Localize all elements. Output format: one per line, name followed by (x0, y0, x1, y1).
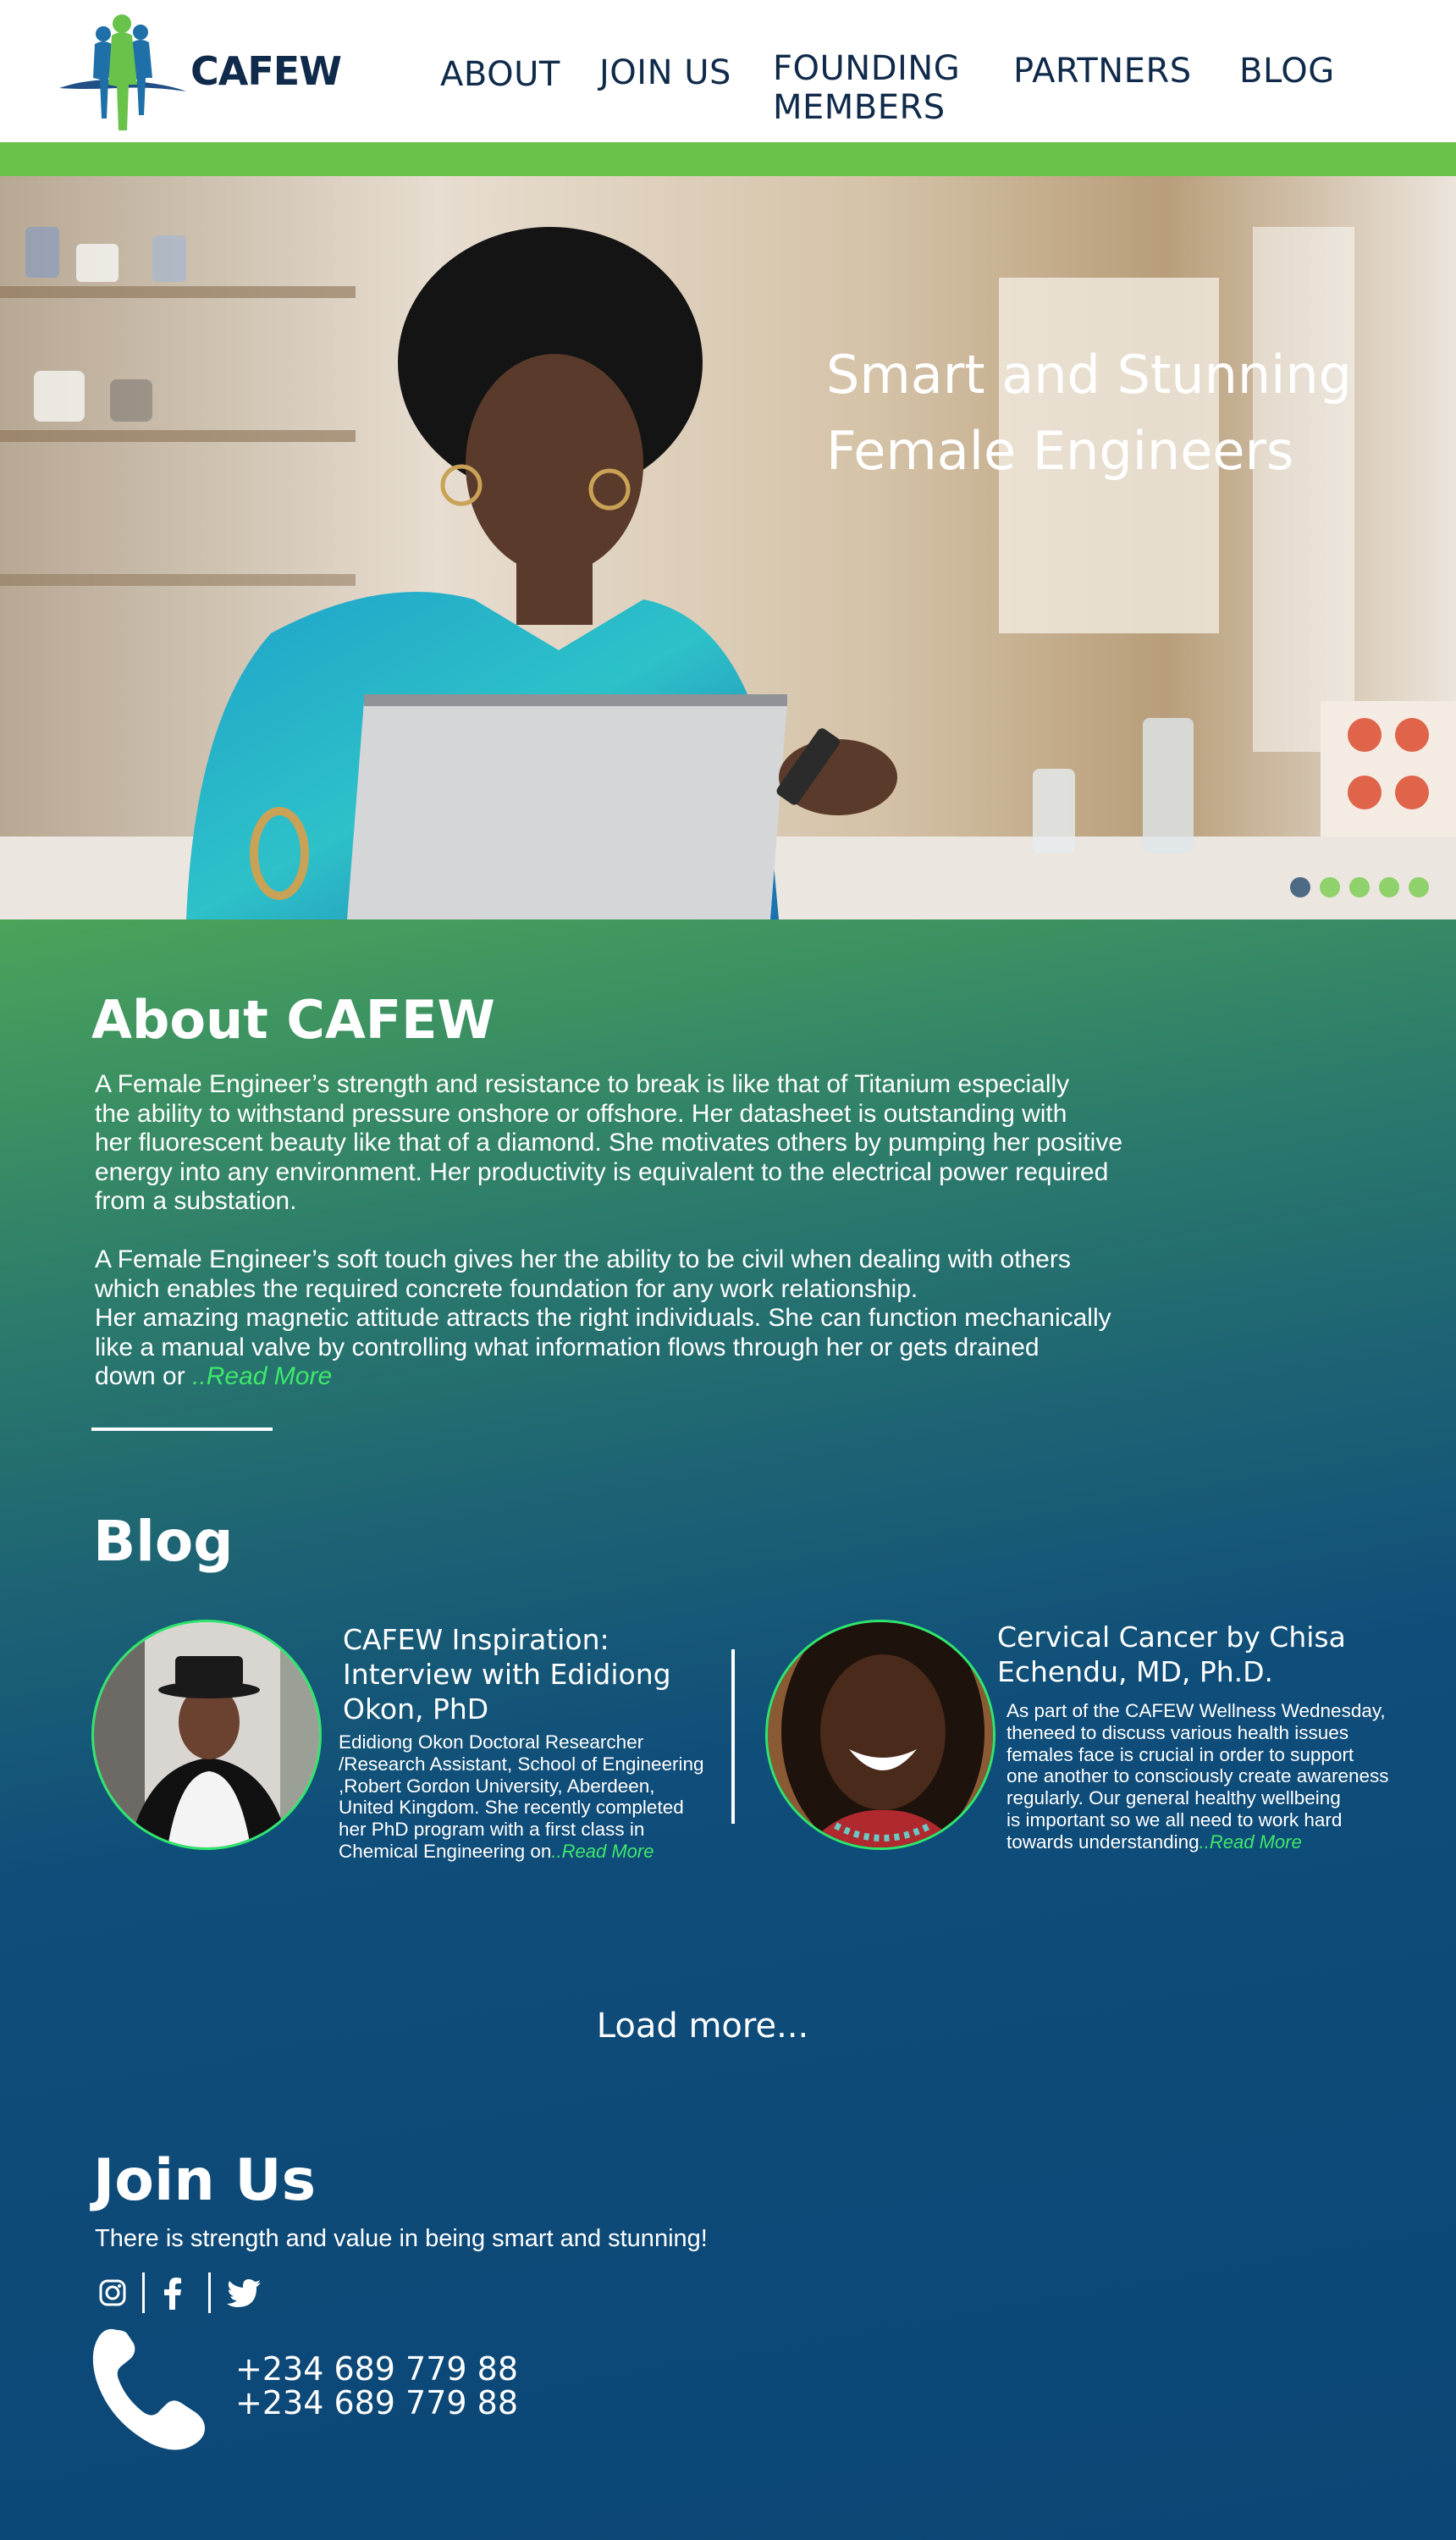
hero-title: Smart and Stunning Female Engineers (826, 337, 1436, 489)
social-separator (142, 2272, 145, 2313)
post-2-excerpt: As part of the CAFEW Wellness Wednesday,… (1007, 1700, 1430, 1853)
slider-dot-4[interactable] (1379, 877, 1399, 897)
hero-slider: Smart and Stunning Female Engineers (0, 176, 1456, 919)
slider-dot-2[interactable] (1320, 877, 1340, 897)
phone-number-2[interactable]: +234 689 779 88 (235, 2384, 518, 2421)
hero-title-line2: Female Engineers (826, 420, 1294, 482)
facebook-icon[interactable] (163, 2278, 183, 2314)
load-more-button[interactable]: Load more... (0, 2007, 1405, 2046)
slider-dot-1[interactable] (1290, 877, 1310, 897)
logo-text: CAFEW (190, 48, 342, 94)
join-title: Join Us (93, 2147, 317, 2214)
nav-founding-members-line2: MEMBERS (773, 88, 946, 127)
logo-figures-icon (59, 14, 186, 130)
slider-dot-3[interactable] (1349, 877, 1370, 897)
about-divider (91, 1427, 273, 1431)
hero-title-line1: Smart and Stunning (826, 344, 1353, 406)
post-2-read-more-link[interactable]: ..Read More (1200, 1831, 1302, 1853)
slider-dot-5[interactable] (1409, 877, 1429, 897)
site-header: CAFEW ABOUT JOIN US FOUNDING MEMBERS PAR… (0, 0, 1456, 142)
post-1-title[interactable]: CAFEW Inspiration: Interview with Edidio… (343, 1622, 671, 1726)
nav-about[interactable]: ABOUT (440, 55, 560, 94)
post-2-excerpt-text: As part of the CAFEW Wellness Wednesday,… (1007, 1700, 1389, 1853)
about-title: About CAFEW (91, 989, 495, 1051)
hero-image (0, 176, 1456, 919)
about-paragraph-2: A Female Engineer’s soft touch gives her… (95, 1245, 1187, 1392)
post-2-photo (768, 1622, 993, 1847)
phone-number-1[interactable]: +234 689 779 88 (235, 2350, 518, 2388)
slider-dots (1290, 877, 1429, 899)
twitter-icon[interactable] (227, 2279, 261, 2312)
nav-partners[interactable]: PARTNERS (1013, 52, 1192, 91)
join-subtitle: There is strength and value in being sma… (95, 2225, 708, 2252)
phone-icon (91, 2327, 210, 2456)
instagram-icon[interactable] (98, 2278, 127, 2311)
post-2-avatar[interactable] (765, 1620, 995, 1850)
post-1-excerpt: Edidiong Okon Doctoral Researcher /Resea… (339, 1731, 720, 1863)
post-2-title[interactable]: Cervical Cancer by Chisa Echendu, MD, Ph… (997, 1620, 1346, 1689)
nav-blog[interactable]: BLOG (1239, 52, 1335, 91)
nav-founding-members-line1: FOUNDING (773, 49, 961, 88)
about-paragraph-1: A Female Engineer’s strength and resista… (95, 1070, 1123, 1215)
social-separator (208, 2272, 211, 2313)
blog-post-separator (731, 1649, 735, 1824)
about-read-more-link[interactable]: ..Read More (192, 1362, 332, 1390)
header-accent-bar (0, 142, 1456, 176)
blog-title: Blog (93, 1509, 234, 1574)
post-1-photo (94, 1622, 319, 1847)
post-1-read-more-link[interactable]: ..Read More (551, 1841, 654, 1862)
post-1-avatar[interactable] (91, 1620, 322, 1850)
nav-join-us[interactable]: JOIN US (599, 53, 731, 92)
nav-founding-members[interactable]: FOUNDING MEMBERS (773, 49, 960, 127)
logo[interactable]: CAFEW (59, 10, 342, 133)
